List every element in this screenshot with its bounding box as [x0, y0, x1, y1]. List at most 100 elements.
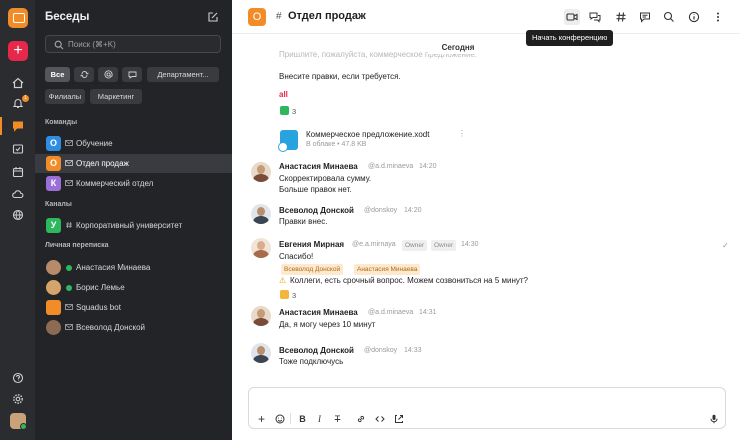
video-call-icon[interactable] — [564, 9, 580, 25]
dm-avatar — [46, 260, 61, 275]
tasks-icon[interactable] — [10, 141, 26, 157]
code-block-icon[interactable] — [392, 412, 405, 425]
emoji-icon[interactable] — [273, 412, 286, 425]
message-author[interactable]: Всеволод Донской — [279, 206, 354, 215]
sidebar-title: Беседы — [45, 11, 90, 23]
message-author[interactable]: Анастасия Минаева — [279, 162, 358, 171]
message-text: Тоже подключусь — [279, 357, 344, 366]
filter-all[interactable]: Все — [45, 67, 70, 82]
bold-icon[interactable]: B — [296, 412, 309, 425]
filter-department[interactable]: Департамент... — [147, 67, 219, 82]
channel-avatar: О — [248, 8, 266, 26]
message-author[interactable]: Всеволод Донской — [279, 346, 354, 355]
app-logo[interactable] — [8, 8, 28, 28]
hash-icon: # — [276, 11, 282, 22]
file-more-icon[interactable]: ⋮ — [458, 129, 466, 138]
dm-item-squadus-bot[interactable]: Squadus bot — [35, 298, 232, 317]
channel-label: Корпоративный университет — [76, 221, 183, 230]
dm-item-minaeva[interactable]: Анастасия Минаева — [35, 258, 232, 277]
bot-mail-icon — [65, 303, 73, 311]
filter-mentions-icon[interactable] — [98, 67, 118, 82]
channel-hash-icon[interactable] — [613, 9, 629, 25]
message-time: 14:30 — [461, 241, 479, 248]
filter-unread-icon[interactable] — [122, 67, 142, 82]
message-text: Больше правок нет. — [279, 185, 352, 194]
team-mail-icon — [65, 159, 73, 167]
team-item-obuchenie[interactable]: О Обучение — [35, 134, 232, 153]
comments-icon[interactable] — [637, 9, 653, 25]
author-avatar[interactable] — [251, 238, 271, 258]
team-item-sales[interactable]: О Отдел продаж — [35, 154, 232, 173]
section-channels-header: Каналы — [45, 201, 72, 208]
user-mention[interactable]: Всеволод Донской — [281, 264, 344, 275]
more-menu-icon[interactable] — [710, 9, 726, 25]
new-chat-button[interactable]: + — [8, 41, 28, 61]
author-avatar[interactable] — [251, 204, 271, 224]
compose-icon[interactable] — [207, 11, 219, 23]
file-meta: В облаке • 47.8 KB — [306, 141, 367, 148]
message-text: Спасибо! — [279, 252, 314, 261]
file-icon[interactable] — [278, 130, 298, 152]
dm-item-lemye[interactable]: Борис Лемье — [35, 278, 232, 297]
globe-icon[interactable] — [10, 207, 26, 223]
dm-mail-icon — [65, 323, 73, 331]
team-label: Коммерческий отдел — [76, 179, 154, 188]
filter-threads-icon[interactable] — [74, 67, 94, 82]
message-handle: @a.d.minaeva — [368, 309, 414, 316]
message-text: Внесите правки, если требуется. — [279, 72, 401, 81]
section-teams-header: Команды — [45, 119, 78, 126]
threads-icon[interactable] — [587, 9, 603, 25]
channel-item-university[interactable]: У Корпоративный университет — [35, 216, 232, 235]
dm-label: Борис Лемье — [76, 283, 125, 292]
search-icon[interactable] — [661, 9, 677, 25]
mention-all[interactable]: all — [279, 90, 288, 99]
strikethrough-icon[interactable]: T — [331, 412, 344, 425]
message-text: Правки внес. — [279, 217, 328, 226]
conversations-sidebar: Беседы Все Департамент... Филиалы Маркет… — [35, 0, 232, 440]
user-avatar[interactable] — [10, 413, 27, 430]
help-icon[interactable] — [10, 370, 26, 386]
file-name[interactable]: Коммерческое предложение.xodt — [306, 130, 429, 139]
team-item-commercial[interactable]: К Коммерческий отдел — [35, 174, 232, 193]
home-icon[interactable] — [10, 75, 26, 91]
reaction-check[interactable]: 3 — [280, 106, 296, 118]
reaction-count: 3 — [292, 291, 297, 300]
toolbar-divider — [290, 413, 291, 424]
search-box[interactable] — [45, 35, 221, 53]
link-icon[interactable] — [354, 412, 367, 425]
team-avatar: О — [46, 156, 61, 171]
author-avatar[interactable] — [251, 306, 271, 326]
message-author[interactable]: Евгения Мирная — [279, 240, 344, 249]
message-author[interactable]: Анастасия Минаева — [279, 308, 358, 317]
microphone-icon[interactable] — [707, 412, 720, 425]
settings-icon[interactable] — [10, 391, 26, 407]
code-icon[interactable] — [373, 412, 386, 425]
filter-branches[interactable]: Филиалы — [45, 89, 85, 104]
start-conference-tooltip: Начать конференцию — [526, 30, 614, 46]
read-check-icon: ✓ — [722, 241, 729, 250]
message-handle: @donskoy — [364, 207, 398, 214]
dm-label: Всеволод Донской — [76, 323, 146, 332]
channel-title[interactable]: Отдел продаж — [288, 10, 366, 22]
search-input[interactable] — [68, 39, 208, 50]
reaction-thumbs[interactable]: 3 — [280, 290, 296, 302]
author-avatar[interactable] — [251, 162, 271, 182]
cloud-icon[interactable] — [10, 186, 26, 202]
bot-avatar — [46, 300, 61, 315]
dm-label: Squadus bot — [76, 303, 121, 312]
channel-avatar: У — [46, 218, 61, 233]
filter-marketing[interactable]: Маркетинг — [90, 89, 142, 104]
dm-avatar — [46, 280, 61, 295]
team-label: Обучение — [76, 139, 113, 148]
calendar-icon[interactable] — [10, 164, 26, 180]
message-input[interactable] — [259, 393, 699, 405]
info-icon[interactable] — [686, 9, 702, 25]
chat-icon[interactable] — [10, 118, 26, 134]
dm-item-donskoy[interactable]: Всеволод Донской — [35, 318, 232, 337]
author-avatar[interactable] — [251, 343, 271, 363]
dm-avatar — [46, 320, 61, 335]
user-mention[interactable]: Анастасия Минаева — [354, 264, 421, 275]
attach-plus-icon[interactable]: + — [255, 412, 268, 426]
message-text: Да, я могу через 10 минут — [279, 320, 376, 329]
italic-icon[interactable]: I — [313, 412, 326, 425]
